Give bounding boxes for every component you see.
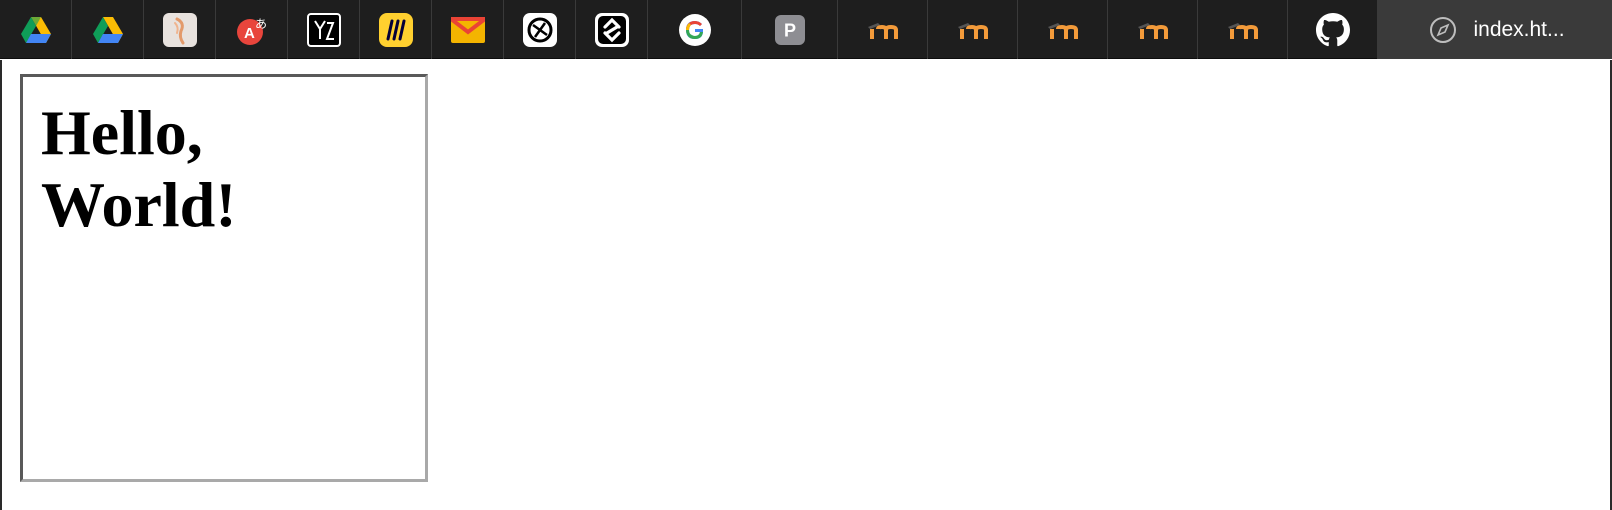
tab-active-index-html[interactable]: index.ht... (1378, 0, 1612, 59)
tab-google[interactable] (648, 0, 742, 59)
tab-p-app[interactable]: P (742, 0, 838, 59)
moodle-icon (1135, 12, 1171, 48)
page-heading: Hello, World! (41, 97, 237, 240)
tab-translate[interactable]: A あ (216, 0, 288, 59)
page-content: Hello, World! (0, 60, 1612, 510)
tab-monogram-app[interactable] (288, 0, 360, 59)
tab-gmail[interactable] (432, 0, 504, 59)
tab-bar: A あ P index.ht... (0, 0, 1612, 59)
translate-icon: A あ (234, 12, 270, 48)
tab-squarespace[interactable] (576, 0, 648, 59)
compass-icon (1425, 12, 1461, 48)
google-icon (677, 12, 713, 48)
google-drive-icon (90, 12, 126, 48)
brush-app-icon (162, 12, 198, 48)
tab-github[interactable] (1288, 0, 1378, 59)
tab-moodle-5[interactable] (1198, 0, 1288, 59)
miro-icon (378, 12, 414, 48)
svg-text:P: P (783, 20, 795, 40)
tab-miro[interactable] (360, 0, 432, 59)
tab-chatgpt[interactable] (504, 0, 576, 59)
tab-moodle-4[interactable] (1108, 0, 1198, 59)
tab-moodle-3[interactable] (1018, 0, 1108, 59)
chatgpt-icon (522, 12, 558, 48)
google-drive-icon (18, 12, 54, 48)
svg-text:あ: あ (255, 17, 267, 31)
p-app-icon: P (772, 12, 808, 48)
tab-brush-app[interactable] (144, 0, 216, 59)
moodle-icon (865, 12, 901, 48)
squarespace-icon (594, 12, 630, 48)
moodle-icon (1225, 12, 1261, 48)
tab-moodle-2[interactable] (928, 0, 1018, 59)
github-icon (1315, 12, 1351, 48)
monogram-app-icon (306, 12, 342, 48)
tab-moodle-1[interactable] (838, 0, 928, 59)
moodle-icon (955, 12, 991, 48)
tab-google-drive-2[interactable] (72, 0, 144, 59)
gmail-icon (450, 12, 486, 48)
svg-text:A: A (244, 25, 255, 42)
bordered-box: Hello, World! (20, 74, 428, 482)
moodle-icon (1045, 12, 1081, 48)
tab-google-drive-1[interactable] (0, 0, 72, 59)
active-tab-title: index.ht... (1473, 17, 1565, 41)
